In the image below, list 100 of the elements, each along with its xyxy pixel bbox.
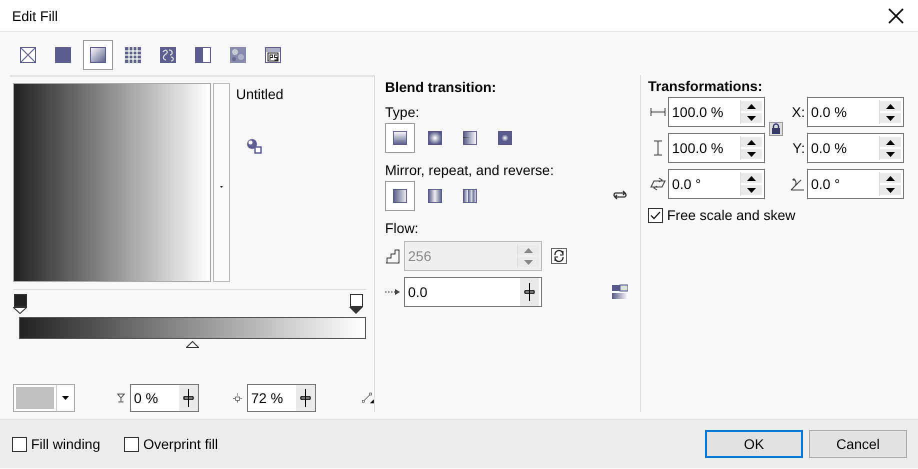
- down-arrow-icon: [886, 116, 895, 120]
- gradient-bar[interactable]: [19, 317, 366, 339]
- down-arrow-icon: [747, 116, 756, 120]
- rotation-field[interactable]: 0.0 °: [807, 169, 904, 199]
- checkbox[interactable]: [648, 208, 663, 222]
- up-arrow-icon: [747, 104, 756, 108]
- checkbox[interactable]: [124, 436, 140, 452]
- transparency-field[interactable]: 0 %: [130, 384, 199, 412]
- wine-glass-icon: [117, 391, 125, 405]
- color-picker[interactable]: [13, 384, 75, 412]
- slider-icon: [182, 389, 194, 407]
- up-arrow-icon: [886, 176, 895, 180]
- no-fill-icon: [20, 47, 36, 63]
- blend-type-button[interactable]: [385, 123, 415, 153]
- checkbox-label: Overprint fill: [143, 436, 218, 452]
- solid-square-icon: [55, 47, 71, 63]
- x-field[interactable]: 0.0 %: [807, 97, 904, 127]
- midpoint-icon: [232, 391, 242, 405]
- spin-down-button[interactable]: [741, 185, 762, 195]
- checkbox-label: Fill winding: [31, 436, 100, 452]
- up-arrow-icon: [886, 140, 895, 144]
- caret-icon: [220, 185, 223, 189]
- save-preset-icon[interactable]: [246, 138, 262, 154]
- mirror-label: Mirror, repeat, and reverse:: [385, 162, 555, 178]
- slider-button[interactable]: [520, 278, 539, 306]
- midpoint-field[interactable]: 72 %: [247, 384, 316, 412]
- dotted-arrow-icon: [385, 289, 400, 295]
- pattern-grid-icon: [125, 47, 141, 63]
- down-arrow-icon: [747, 152, 756, 156]
- spin-up-button[interactable]: [741, 101, 762, 111]
- spin-down-button[interactable]: [741, 149, 762, 159]
- color-node[interactable]: [350, 294, 362, 307]
- node-marker-icon[interactable]: [349, 307, 363, 314]
- checkbox-label: Free scale and skew: [667, 207, 796, 223]
- lock-icon[interactable]: [769, 122, 783, 136]
- type-label: Type:: [385, 104, 420, 120]
- slider-icon: [524, 283, 535, 301]
- spin-up-button[interactable]: [741, 173, 762, 183]
- gradient-square-icon: [90, 47, 106, 63]
- width-icon: [650, 108, 666, 116]
- y-label: Y:: [792, 140, 806, 156]
- spin-down-button[interactable]: [880, 113, 901, 123]
- flow-label: Flow:: [385, 220, 420, 236]
- conical-gradient-icon: [463, 130, 477, 146]
- width-field[interactable]: 100.0 %: [668, 97, 765, 127]
- fill-type-button[interactable]: [83, 40, 113, 70]
- mirrored-gradient-icon: [428, 188, 442, 204]
- acceleration-field[interactable]: 0.0: [404, 277, 542, 307]
- section-heading: Transformations:: [648, 78, 764, 94]
- skew-field[interactable]: 0.0 °: [668, 169, 765, 199]
- close-icon: [887, 6, 905, 24]
- y-field[interactable]: 0.0 %: [807, 133, 904, 163]
- swirl-pattern-icon: [160, 47, 176, 63]
- reverse-arrows-icon[interactable]: [612, 188, 628, 200]
- down-arrow-icon: [886, 152, 895, 156]
- up-arrow-icon: [747, 140, 756, 144]
- spin-up-button[interactable]: [741, 137, 762, 147]
- spin-down-button[interactable]: [880, 185, 901, 195]
- rectangular-gradient-icon: [498, 130, 512, 146]
- slider-icon: [300, 389, 312, 407]
- down-arrow-icon: [886, 188, 895, 192]
- up-arrow-icon: [886, 104, 895, 108]
- node-marker-icon[interactable]: [13, 307, 27, 314]
- down-arrow-icon: [747, 188, 756, 192]
- spin-down-button[interactable]: [880, 149, 901, 159]
- up-arrow-icon: [524, 248, 533, 252]
- edit-handles-icon[interactable]: [362, 390, 374, 406]
- midpoint-marker-icon[interactable]: [186, 341, 199, 348]
- ok-button[interactable]: OK: [705, 430, 803, 458]
- caret-icon: [62, 396, 69, 400]
- spin-down-button[interactable]: [741, 113, 762, 123]
- checkbox[interactable]: [12, 436, 27, 452]
- refresh-icon[interactable]: [551, 248, 567, 264]
- down-arrow-icon: [524, 260, 533, 264]
- postscript-pattern-icon: [265, 47, 281, 63]
- radial-gradient-icon: [428, 130, 442, 146]
- skew-icon: [650, 177, 666, 191]
- slider-button[interactable]: [178, 385, 198, 411]
- mirror-option-button[interactable]: [385, 181, 415, 211]
- section-heading: Blend transition:: [385, 79, 498, 95]
- gradient-square-icon: [393, 188, 407, 204]
- spin-up-button[interactable]: [880, 137, 901, 147]
- spin-up-button[interactable]: [880, 101, 901, 111]
- preset-name: Untitled: [236, 86, 284, 102]
- checkmark-icon: [650, 210, 661, 220]
- height-field[interactable]: 100.0 %: [668, 133, 765, 163]
- window-title: Edit Fill: [12, 8, 58, 24]
- color-node[interactable]: [14, 294, 26, 307]
- linear-gradient-icon: [393, 130, 407, 146]
- rotation-icon: [789, 177, 805, 191]
- up-arrow-icon: [747, 176, 756, 180]
- blend-acceleration-icon[interactable]: [612, 284, 628, 300]
- steps-icon: [385, 248, 400, 264]
- height-icon: [654, 140, 662, 156]
- texture-square-icon: [230, 47, 246, 63]
- slider-button[interactable]: [296, 385, 316, 411]
- repeated-gradient-icon: [463, 188, 477, 204]
- spin-up-button[interactable]: [880, 173, 901, 183]
- half-filled-square-icon: [195, 47, 211, 63]
- cancel-button[interactable]: Cancel: [809, 430, 907, 458]
